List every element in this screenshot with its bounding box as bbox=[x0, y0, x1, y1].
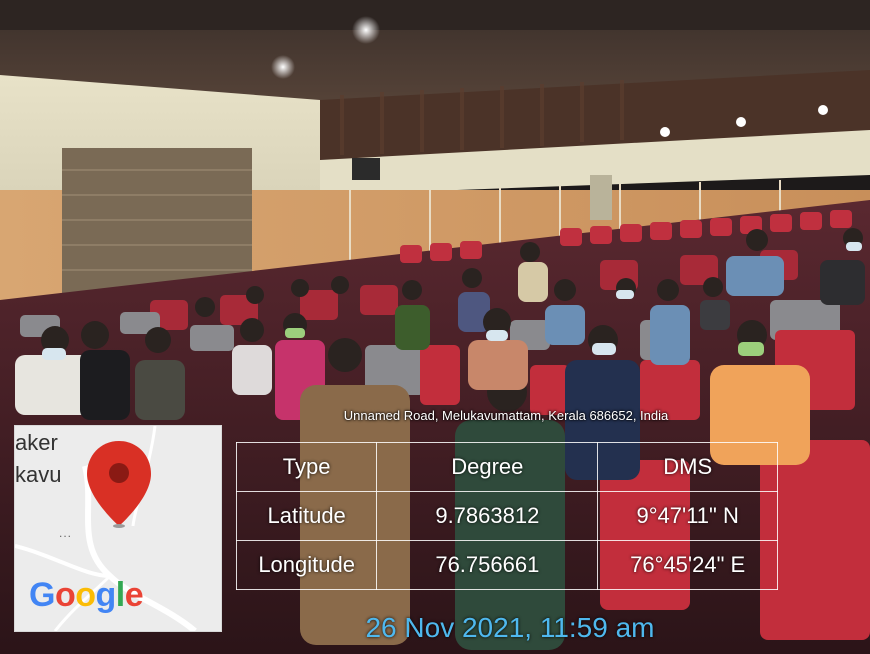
header-type: Type bbox=[235, 442, 378, 492]
photo-frame: Unnamed Road, Melukavumattam, Kerala 686… bbox=[0, 0, 870, 654]
table-header-row: Type Degree DMS bbox=[235, 442, 778, 492]
table-row-latitude: Latitude 9.7863812 9°47'11" N bbox=[235, 491, 778, 541]
google-logo: Google bbox=[29, 576, 144, 615]
header-dms: DMS bbox=[597, 442, 778, 492]
logo-letter-5: l bbox=[115, 576, 125, 614]
coordinates-table: Type Degree DMS Latitude 9.7863812 9°47'… bbox=[235, 442, 778, 590]
logo-letter-6: e bbox=[124, 576, 144, 614]
table-row-longitude: Longitude 76.756661 76°45'24" E bbox=[235, 540, 778, 590]
timestamp-label: 26 Nov 2021, 11:59 am bbox=[365, 612, 655, 643]
map-thumbnail: aker kavu ... Google bbox=[14, 425, 222, 632]
address-label: Unnamed Road, Melukavumattam, Kerala 686… bbox=[343, 408, 669, 423]
latitude-dms: 9°47'11" N bbox=[597, 491, 778, 541]
logo-letter-2: o bbox=[54, 576, 76, 614]
longitude-degree: 76.756661 bbox=[376, 540, 599, 590]
latitude-degree: 9.7863812 bbox=[376, 491, 599, 541]
logo-letter-4: g bbox=[95, 576, 117, 614]
longitude-label: Longitude bbox=[235, 540, 378, 590]
longitude-dms: 76°45'24" E bbox=[597, 540, 778, 590]
logo-letter-1: G bbox=[29, 576, 55, 614]
logo-letter-3: o bbox=[75, 576, 96, 614]
header-degree: Degree bbox=[376, 442, 599, 492]
latitude-label: Latitude bbox=[235, 491, 378, 541]
